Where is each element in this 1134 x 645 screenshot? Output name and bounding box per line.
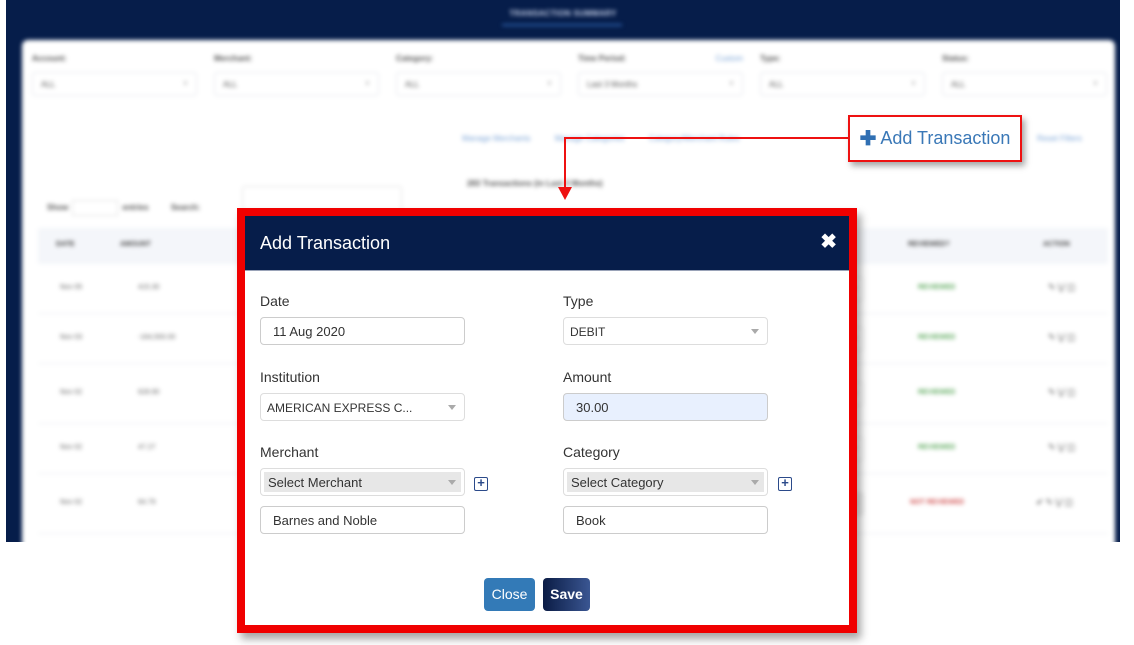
- add-transaction-modal: Add Transaction ✖ Date 11 Aug 2020 Type …: [237, 208, 857, 633]
- date-cell: Nov 02: [60, 499, 83, 506]
- category-select[interactable]: Select Category: [563, 468, 768, 496]
- row-actions[interactable]: ✔✎⋁◫: [1036, 497, 1075, 508]
- date-cell: Nov 03: [60, 334, 83, 341]
- chevron-down-icon: [751, 480, 759, 485]
- amount-field: Amount 30.00: [563, 369, 768, 421]
- amount-cell: -164,500.00: [138, 334, 176, 341]
- save-button[interactable]: Save: [543, 578, 590, 611]
- add-category-plus-icon[interactable]: +: [778, 476, 792, 491]
- amount-input[interactable]: 30.00: [563, 393, 768, 421]
- custom-period-link[interactable]: Custom: [715, 54, 743, 63]
- page-title: TRANSACTION SUMMARY: [509, 9, 617, 18]
- modal-title: Add Transaction: [260, 233, 391, 253]
- add-transaction-button[interactable]: ✚ Add Transaction: [848, 115, 1022, 162]
- date-cell: Nov 02: [60, 444, 83, 451]
- amount-cell: 47.27: [138, 444, 156, 451]
- date-field: Date 11 Aug 2020: [260, 293, 465, 345]
- filter-category[interactable]: Category: ALL ∨: [396, 54, 561, 96]
- page-length-control: Show entries Search:: [47, 200, 200, 216]
- chevron-down-icon: [448, 480, 456, 485]
- add-merchant-plus-icon[interactable]: +: [474, 476, 488, 491]
- date-cell: Nov 02: [60, 389, 83, 396]
- chevron-down-icon: [751, 329, 759, 334]
- filter-time-period[interactable]: Time Period: Custom Last 3 Months ∨: [578, 54, 743, 96]
- row-actions[interactable]: ✎⋁◫: [1048, 282, 1077, 293]
- date-input[interactable]: 11 Aug 2020: [260, 317, 465, 345]
- institution-select[interactable]: AMERICAN EXPRESS C...: [260, 393, 465, 421]
- amount-cell: 64.79: [138, 499, 156, 506]
- reviewed-status: NOT REVIEWED: [910, 499, 965, 506]
- filter-type[interactable]: Type: ALL ∨: [760, 54, 925, 96]
- transaction-count: 283 Transactions (in Last 3 Months): [467, 179, 603, 188]
- plus-icon: ✚: [859, 128, 877, 150]
- row-actions[interactable]: ✎⋁◫: [1048, 332, 1077, 343]
- reviewed-status: REVIEWED: [918, 389, 956, 396]
- reviewed-status: REVIEWED: [918, 444, 956, 451]
- type-select[interactable]: DEBIT: [563, 317, 768, 345]
- reviewed-status: REVIEWED: [918, 284, 956, 291]
- institution-field: Institution AMERICAN EXPRESS C...: [260, 369, 465, 421]
- merchant-field: Merchant Select Merchant Barnes and Nobl…: [260, 444, 465, 534]
- merchant-select[interactable]: Select Merchant: [260, 468, 465, 496]
- manage-merchants-link[interactable]: Manage Merchants: [462, 134, 530, 143]
- page-length-select[interactable]: [72, 200, 119, 216]
- modal-header: Add Transaction ✖: [245, 216, 849, 271]
- reset-filters-link[interactable]: Reset Filters: [1037, 134, 1082, 143]
- filter-status[interactable]: Status: ALL ∨: [942, 54, 1107, 96]
- close-icon[interactable]: ✖: [820, 229, 837, 254]
- callout-connector-line-vertical: [564, 137, 566, 189]
- date-cell: Nov 05: [60, 284, 83, 291]
- merchant-name-input[interactable]: Barnes and Noble: [260, 506, 465, 534]
- type-field: Type DEBIT: [563, 293, 768, 345]
- row-actions[interactable]: ✎⋁◫: [1048, 387, 1077, 398]
- reviewed-status: REVIEWED: [918, 334, 956, 341]
- callout-connector-line: [565, 137, 849, 139]
- category-field: Category Select Category Book: [563, 444, 768, 534]
- filter-merchant[interactable]: Merchant: ALL ∨: [214, 54, 379, 96]
- title-underline: [502, 24, 622, 26]
- filter-account[interactable]: Account: ALL ∨: [32, 54, 197, 96]
- amount-cell: 628.90: [138, 389, 160, 396]
- callout-arrow-icon: [558, 187, 572, 200]
- close-button[interactable]: Close: [484, 578, 535, 611]
- row-actions[interactable]: ✎⋁◫: [1048, 442, 1077, 453]
- amount-cell: 415.30: [138, 284, 160, 291]
- chevron-down-icon: [448, 405, 456, 410]
- category-name-input[interactable]: Book: [563, 506, 768, 534]
